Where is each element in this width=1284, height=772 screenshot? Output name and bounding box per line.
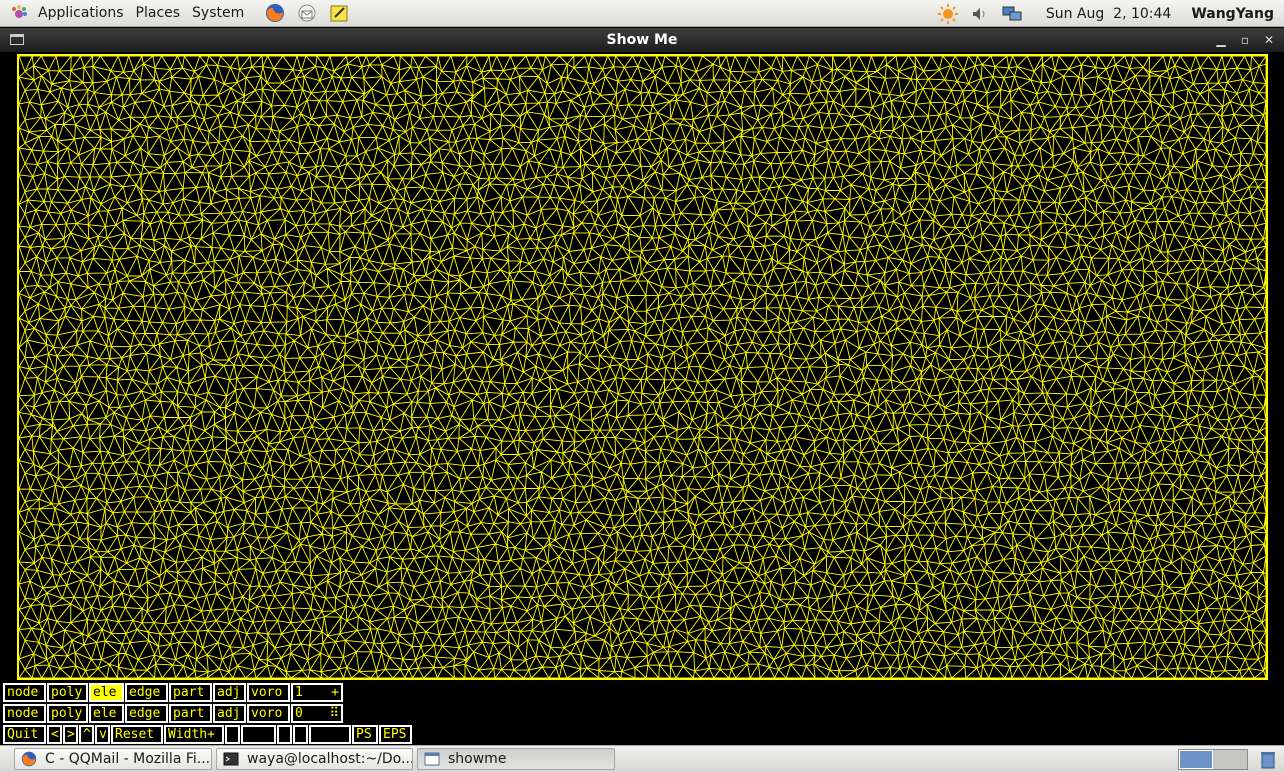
workspace-switcher[interactable] xyxy=(1178,749,1248,770)
workspace-2[interactable] xyxy=(1213,750,1247,769)
adj-button-2[interactable]: adj xyxy=(213,704,246,723)
network-icon[interactable] xyxy=(1001,3,1023,25)
edge-button-2[interactable]: edge xyxy=(125,704,168,723)
task-showme[interactable]: showme xyxy=(417,748,615,770)
window-icon xyxy=(424,751,440,767)
part-button[interactable]: part xyxy=(169,683,212,702)
ele-button[interactable]: ele xyxy=(89,683,124,702)
poly-button-2[interactable]: poly xyxy=(47,704,88,723)
adj-button[interactable]: adj xyxy=(213,683,246,702)
control-row-2: node poly ele edge part adj voro 0 ⠿ xyxy=(3,704,343,723)
taskbar: C - QQMail - Mozilla Fi... waya@localhos… xyxy=(0,745,1284,772)
workspace-1[interactable] xyxy=(1179,750,1214,769)
close-button[interactable]: ✕ xyxy=(1259,28,1279,52)
poly-button[interactable]: poly xyxy=(47,683,88,702)
mesh-canvas[interactable] xyxy=(17,54,1268,680)
task-firefox[interactable]: C - QQMail - Mozilla Fi... xyxy=(14,748,212,770)
grid-icon: ⠿ xyxy=(329,706,339,721)
blank-button-1[interactable] xyxy=(225,725,240,744)
top-panel: Applications Places System Sun Aug 2, 10… xyxy=(0,0,1284,27)
part-button-2[interactable]: part xyxy=(169,704,212,723)
level-0-field[interactable]: 0 ⠿ xyxy=(291,704,343,723)
blank-button-3[interactable] xyxy=(277,725,292,744)
voro-button[interactable]: voro xyxy=(247,683,290,702)
node-button-2[interactable]: node xyxy=(3,704,46,723)
level-0-value: 0 xyxy=(295,706,303,721)
eps-button[interactable]: EPS xyxy=(379,725,412,744)
task-terminal[interactable]: waya@localhost:~/Do... xyxy=(216,748,413,770)
volume-icon[interactable] xyxy=(969,3,991,25)
task-label: C - QQMail - Mozilla Fi... xyxy=(45,751,211,767)
gnome-foot-icon[interactable] xyxy=(8,2,30,24)
voro-button-2[interactable]: voro xyxy=(247,704,290,723)
blank-button-4[interactable] xyxy=(293,725,308,744)
window-menu-icon[interactable] xyxy=(10,34,24,45)
task-label: waya@localhost:~/Do... xyxy=(247,751,413,767)
ele-button-2[interactable]: ele xyxy=(89,704,124,723)
notes-icon[interactable] xyxy=(328,2,350,24)
level-1-field[interactable]: 1 + xyxy=(291,683,343,702)
menu-places[interactable]: Places xyxy=(130,0,187,27)
blank-button-2[interactable] xyxy=(241,725,276,744)
minimize-button[interactable]: ▁ xyxy=(1211,28,1231,52)
pan-right-button[interactable]: > xyxy=(63,725,78,744)
maximize-button[interactable]: ▫ xyxy=(1235,28,1255,52)
reset-button[interactable]: Reset xyxy=(111,725,163,744)
user-name[interactable]: WangYang xyxy=(1191,6,1274,22)
firefox-icon xyxy=(21,751,37,767)
pan-down-button[interactable]: v xyxy=(95,725,110,744)
pan-up-button[interactable]: ^ xyxy=(79,725,94,744)
plus-icon: + xyxy=(331,685,339,700)
quit-button[interactable]: Quit xyxy=(3,725,46,744)
pan-left-button[interactable]: < xyxy=(47,725,62,744)
menu-applications[interactable]: Applications xyxy=(32,0,130,27)
clock[interactable]: Sun Aug 2, 10:44 xyxy=(1046,6,1171,22)
window-titlebar[interactable]: Show Me ▁ ▫ ✕ xyxy=(0,28,1284,52)
level-1-value: 1 xyxy=(295,685,303,700)
menu-system[interactable]: System xyxy=(186,0,250,27)
task-label: showme xyxy=(448,751,507,767)
control-row-1: node poly ele edge part adj voro 1 + xyxy=(3,683,343,702)
weather-sun-icon[interactable] xyxy=(937,3,959,25)
mesh-edges xyxy=(19,56,1266,678)
window-title: Show Me xyxy=(606,32,678,48)
firefox-icon[interactable] xyxy=(264,2,286,24)
ps-button[interactable]: PS xyxy=(352,725,378,744)
width-plus-button[interactable]: Width+ xyxy=(164,725,224,744)
triangle-mesh xyxy=(19,56,1266,678)
control-row-3: Quit < > ^ v Reset Width+ PS EPS xyxy=(3,725,412,744)
terminal-icon xyxy=(223,751,239,767)
node-button[interactable]: node xyxy=(3,683,46,702)
trash-icon[interactable] xyxy=(1258,749,1278,770)
blank-button-5[interactable] xyxy=(309,725,351,744)
mail-icon[interactable] xyxy=(296,2,318,24)
edge-button[interactable]: edge xyxy=(125,683,168,702)
